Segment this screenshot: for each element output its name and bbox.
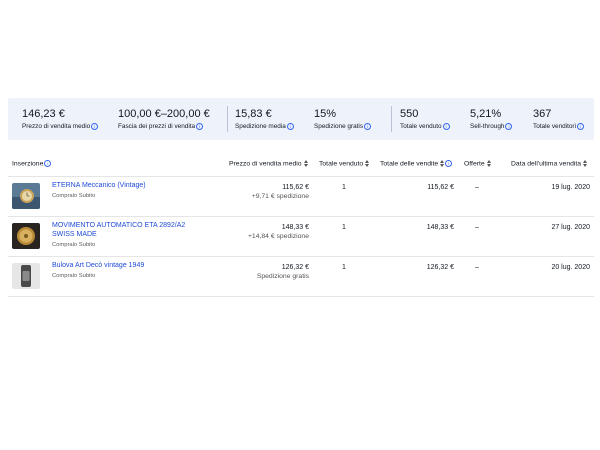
row-avg-price: 115,62 € xyxy=(282,184,309,191)
header-total-sales[interactable]: Totale delle vendite i xyxy=(380,160,453,168)
listing-format: Compralo Subito xyxy=(52,193,96,199)
table-row[interactable]: ETERNA Meccanico (Vintage) Compralo Subi… xyxy=(8,177,594,217)
row-offers: – xyxy=(475,184,479,191)
stat-label: Totale venditori xyxy=(533,123,576,130)
row-shipping: Spedizione gratis xyxy=(256,273,309,280)
header-label: Data dell'ultima vendita xyxy=(511,160,582,168)
info-icon[interactable]: i xyxy=(442,122,450,130)
row-last-sale-date: 19 lug. 2020 xyxy=(551,184,590,191)
header-offers[interactable]: Offerte xyxy=(464,160,491,167)
listing-title-link[interactable]: ETERNA Meccanico (Vintage) xyxy=(52,182,202,191)
info-icon[interactable]: i xyxy=(576,122,584,130)
stat-free-shipping: 15% Spedizione gratis i xyxy=(314,108,372,131)
info-icon[interactable]: i xyxy=(196,122,204,130)
table-row[interactable]: MOVIMENTO AUTOMATICO ETA 2892/A2 SWISS M… xyxy=(8,217,594,257)
sort-icon[interactable] xyxy=(583,160,588,167)
header-label: Totale delle vendite xyxy=(380,160,439,168)
header-avg-price[interactable]: Prezzo di vendita medio xyxy=(229,160,308,167)
info-icon[interactable]: i xyxy=(505,122,513,130)
listing-title-link[interactable]: Bulova Art Decò vintage 1949 xyxy=(52,262,202,271)
stat-sell-through: 5,21% Sell-through i xyxy=(470,108,513,131)
stat-value: 15,83 € xyxy=(235,108,272,120)
stat-average-price: 146,23 € Prezzo di vendita medio i xyxy=(22,108,99,131)
info-icon[interactable]: i xyxy=(445,160,453,167)
row-last-sale-date: 27 lug. 2020 xyxy=(551,224,590,231)
row-total-sold: 1 xyxy=(342,224,346,231)
stat-average-shipping: 15,83 € Spedizione media i xyxy=(235,108,294,131)
stat-value: 146,23 € xyxy=(22,108,65,120)
header-label: Inserzione xyxy=(12,160,44,168)
stats-divider xyxy=(227,106,228,132)
info-icon[interactable]: i xyxy=(91,122,99,130)
row-shipping: +9,71 € spedizione xyxy=(251,193,309,200)
sort-icon[interactable] xyxy=(486,160,491,167)
stats-summary-bar: 146,23 € Prezzo di vendita medio i 100,00… xyxy=(8,98,594,140)
stat-price-range: 100,00 €–200,00 € Fascia dei prezzi di v… xyxy=(118,108,210,131)
listings-table: Inserzione i Prezzo di vendita medio Tota… xyxy=(8,154,594,297)
stat-label: Spedizione media xyxy=(235,123,286,130)
listing-thumbnail[interactable] xyxy=(12,183,40,209)
stat-value: 100,00 €–200,00 € xyxy=(118,108,210,120)
stat-value: 550 xyxy=(400,108,419,120)
table-row[interactable]: Bulova Art Decò vintage 1949 Compralo Su… xyxy=(8,257,594,297)
listing-thumbnail[interactable] xyxy=(12,263,40,289)
stat-total-sold: 550 Totale venduto i xyxy=(400,108,450,131)
row-total-sales: 148,33 € xyxy=(426,224,454,231)
stat-value: 5,21% xyxy=(470,108,502,120)
row-total-sales: 126,32 € xyxy=(426,264,454,271)
header-last-sale[interactable]: Data dell'ultima vendita xyxy=(511,160,588,168)
header-label: Prezzo di vendita medio xyxy=(229,160,302,168)
stat-label: Spedizione gratis xyxy=(314,123,364,130)
row-total-sold: 1 xyxy=(342,184,346,191)
sort-icon[interactable] xyxy=(440,160,445,167)
header-total-sold[interactable]: Totale venduto xyxy=(319,160,370,168)
stat-label: Sell-through xyxy=(470,123,505,130)
info-icon[interactable]: i xyxy=(286,122,294,130)
row-total-sold: 1 xyxy=(342,264,346,271)
row-offers: – xyxy=(475,224,479,231)
stat-value: 15% xyxy=(314,108,337,120)
row-total-sales: 115,62 € xyxy=(427,184,454,191)
stat-label: Prezzo di vendita medio xyxy=(22,123,91,130)
listing-format: Compralo Subito xyxy=(52,273,96,279)
row-avg-price: 148,33 € xyxy=(281,224,309,231)
header-listing: Inserzione i xyxy=(12,160,52,168)
sort-icon[interactable] xyxy=(303,160,308,167)
header-label: Totale venduto xyxy=(319,160,364,168)
row-offers: – xyxy=(475,264,479,271)
table-header: Inserzione i Prezzo di vendita medio Tota… xyxy=(8,154,594,177)
header-label: Offerte xyxy=(464,160,485,168)
sort-icon[interactable] xyxy=(365,160,370,167)
listing-format: Compralo Subito xyxy=(52,242,96,248)
row-last-sale-date: 20 lug. 2020 xyxy=(551,264,590,271)
stats-divider xyxy=(391,106,392,132)
listing-thumbnail[interactable] xyxy=(12,223,40,249)
stat-label: Totale venduto xyxy=(400,123,442,130)
stat-value: 367 xyxy=(533,108,552,120)
info-icon[interactable]: i xyxy=(44,160,52,167)
stat-label: Fascia dei prezzi di vendita xyxy=(118,123,196,130)
row-avg-price: 126,32 € xyxy=(281,264,309,271)
info-icon[interactable]: i xyxy=(364,122,372,130)
listing-title-link[interactable]: MOVIMENTO AUTOMATICO ETA 2892/A2 SWISS M… xyxy=(52,222,202,239)
stat-total-sellers: 367 Totale venditori i xyxy=(533,108,584,131)
row-shipping: +14,84 € spedizione xyxy=(247,233,309,240)
